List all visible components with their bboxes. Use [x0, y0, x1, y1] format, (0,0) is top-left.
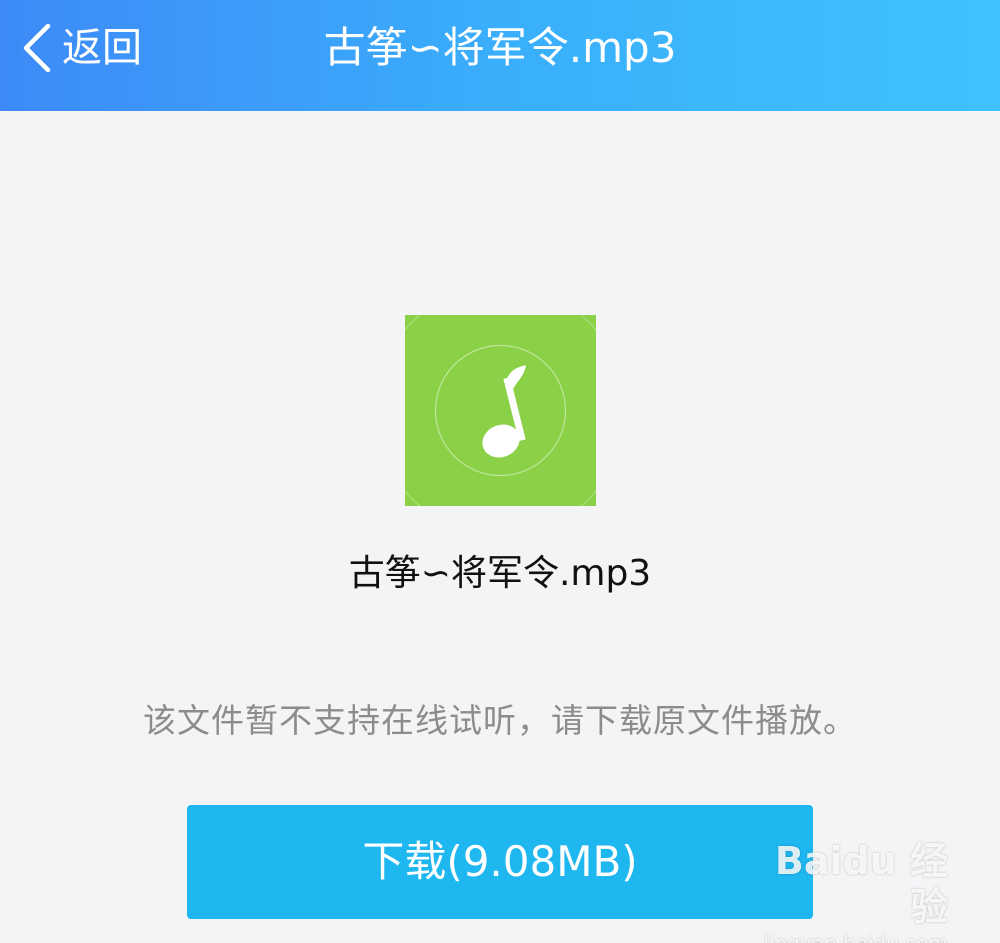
- download-button[interactable]: 下载(9.08MB): [187, 805, 813, 919]
- chevron-left-icon: [23, 23, 51, 73]
- music-note-icon: [405, 315, 596, 506]
- back-button[interactable]: 返回: [18, 16, 142, 80]
- unsupported-notice: 该文件暂不支持在线试听，请下载原文件播放。: [143, 701, 857, 740]
- title-bar: 返回 古筝∽将军令.mp3: [0, 0, 1000, 111]
- music-file-icon: [405, 315, 596, 506]
- watermark-url: jingyan.baidu.com: [763, 931, 948, 943]
- file-name: 古筝∽将军令.mp3: [348, 553, 652, 594]
- file-preview-page: 返回 古筝∽将军令.mp3 古筝∽将军令.mp3 该文件暂不支持在线试听，请下载…: [0, 0, 1000, 943]
- page-title: 古筝∽将军令.mp3: [323, 23, 677, 72]
- back-label: 返回: [62, 25, 142, 71]
